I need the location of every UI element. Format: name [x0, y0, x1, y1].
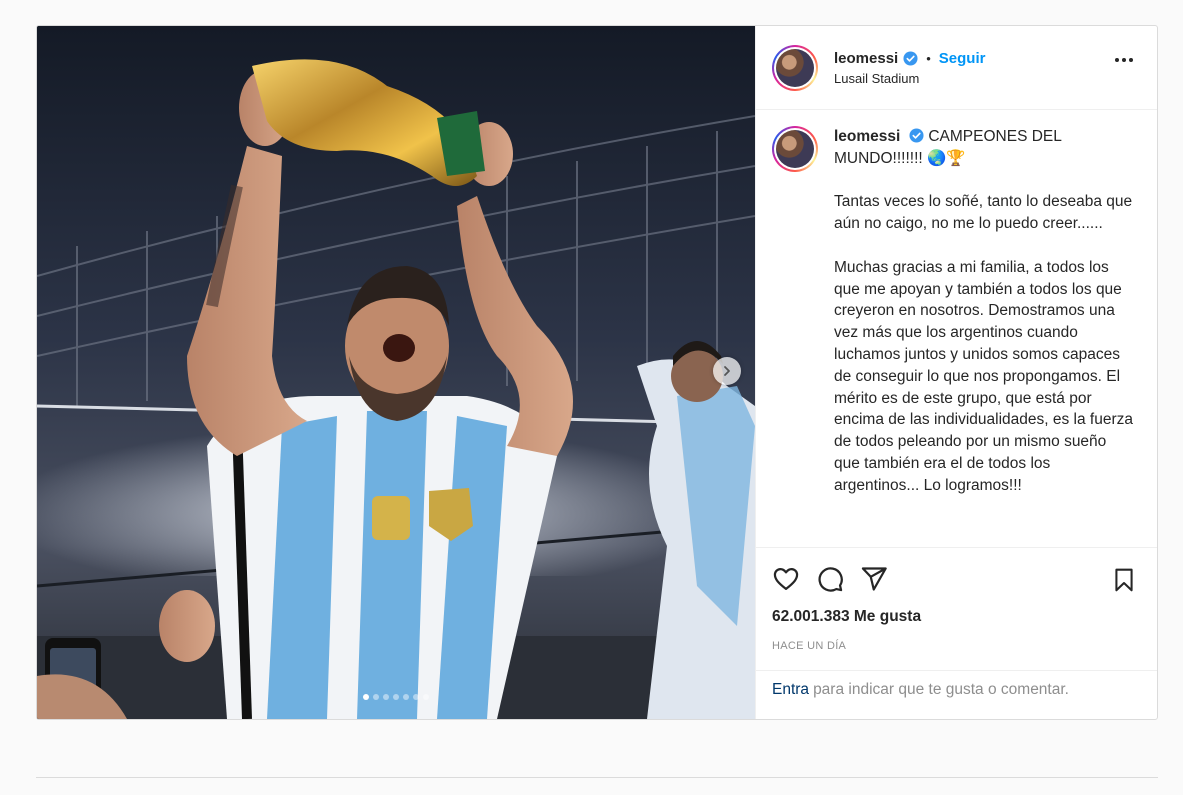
caption-paragraph: Tantas veces lo soñé, tanto lo deseaba q…: [834, 193, 1133, 233]
post-photo: [37, 26, 755, 719]
comment-prompt: para indicar que te gusta o comentar.: [813, 680, 1069, 698]
carousel-indicator: [37, 694, 755, 700]
caption-section: leomessi CAMPEONES DEL MUNDO!!!!!!! 🌏🏆 Ta…: [756, 110, 1157, 547]
username-link[interactable]: leomessi: [834, 50, 898, 67]
carousel-dot: [383, 694, 389, 700]
login-to-comment: Entra para indicar que te gusta o coment…: [756, 670, 1157, 708]
follow-button[interactable]: Seguir: [939, 50, 986, 67]
post-timestamp[interactable]: HACE UN DÍA: [772, 640, 1141, 652]
login-link[interactable]: Entra: [772, 681, 809, 699]
comment-icon[interactable]: [816, 565, 844, 593]
verified-badge-icon: [903, 50, 918, 66]
more-options-icon[interactable]: [1115, 58, 1133, 62]
caption-username-link[interactable]: leomessi: [834, 128, 900, 145]
post-media[interactable]: [37, 26, 755, 719]
post-sidebar: leomessi • Seguir Lusail Stadium leomess…: [755, 26, 1157, 719]
post-actions: 62.001.383 Me gusta HACE UN DÍA Entra pa…: [756, 547, 1157, 708]
carousel-dot: [413, 694, 419, 700]
carousel-dot: [403, 694, 409, 700]
share-icon[interactable]: [860, 565, 888, 593]
caption-paragraph: Muchas gracias a mi familia, a todos los…: [834, 258, 1133, 494]
carousel-dot: [393, 694, 399, 700]
caption-avatar[interactable]: [772, 126, 818, 172]
carousel-dot: [373, 694, 379, 700]
footer-divider: [36, 777, 1158, 778]
carousel-next-button[interactable]: [713, 357, 741, 385]
caption-text: leomessi CAMPEONES DEL MUNDO!!!!!!! 🌏🏆 Ta…: [834, 126, 1134, 547]
location-link[interactable]: Lusail Stadium: [834, 71, 985, 86]
avatar-image: [776, 48, 814, 87]
post-card: leomessi • Seguir Lusail Stadium leomess…: [36, 25, 1158, 720]
avatar-image: [776, 130, 814, 168]
carousel-dot: [423, 694, 429, 700]
chevron-right-icon: [724, 366, 730, 376]
carousel-dot: [363, 694, 369, 700]
separator-dot: •: [926, 50, 931, 66]
avatar[interactable]: [772, 44, 818, 91]
post-header: leomessi • Seguir Lusail Stadium: [756, 26, 1157, 110]
heart-icon[interactable]: [772, 565, 800, 593]
bookmark-icon[interactable]: [1111, 567, 1137, 593]
action-bar: [772, 548, 1141, 610]
verified-badge-icon: [909, 128, 924, 143]
likes-count[interactable]: 62.001.383 Me gusta: [772, 608, 1141, 626]
